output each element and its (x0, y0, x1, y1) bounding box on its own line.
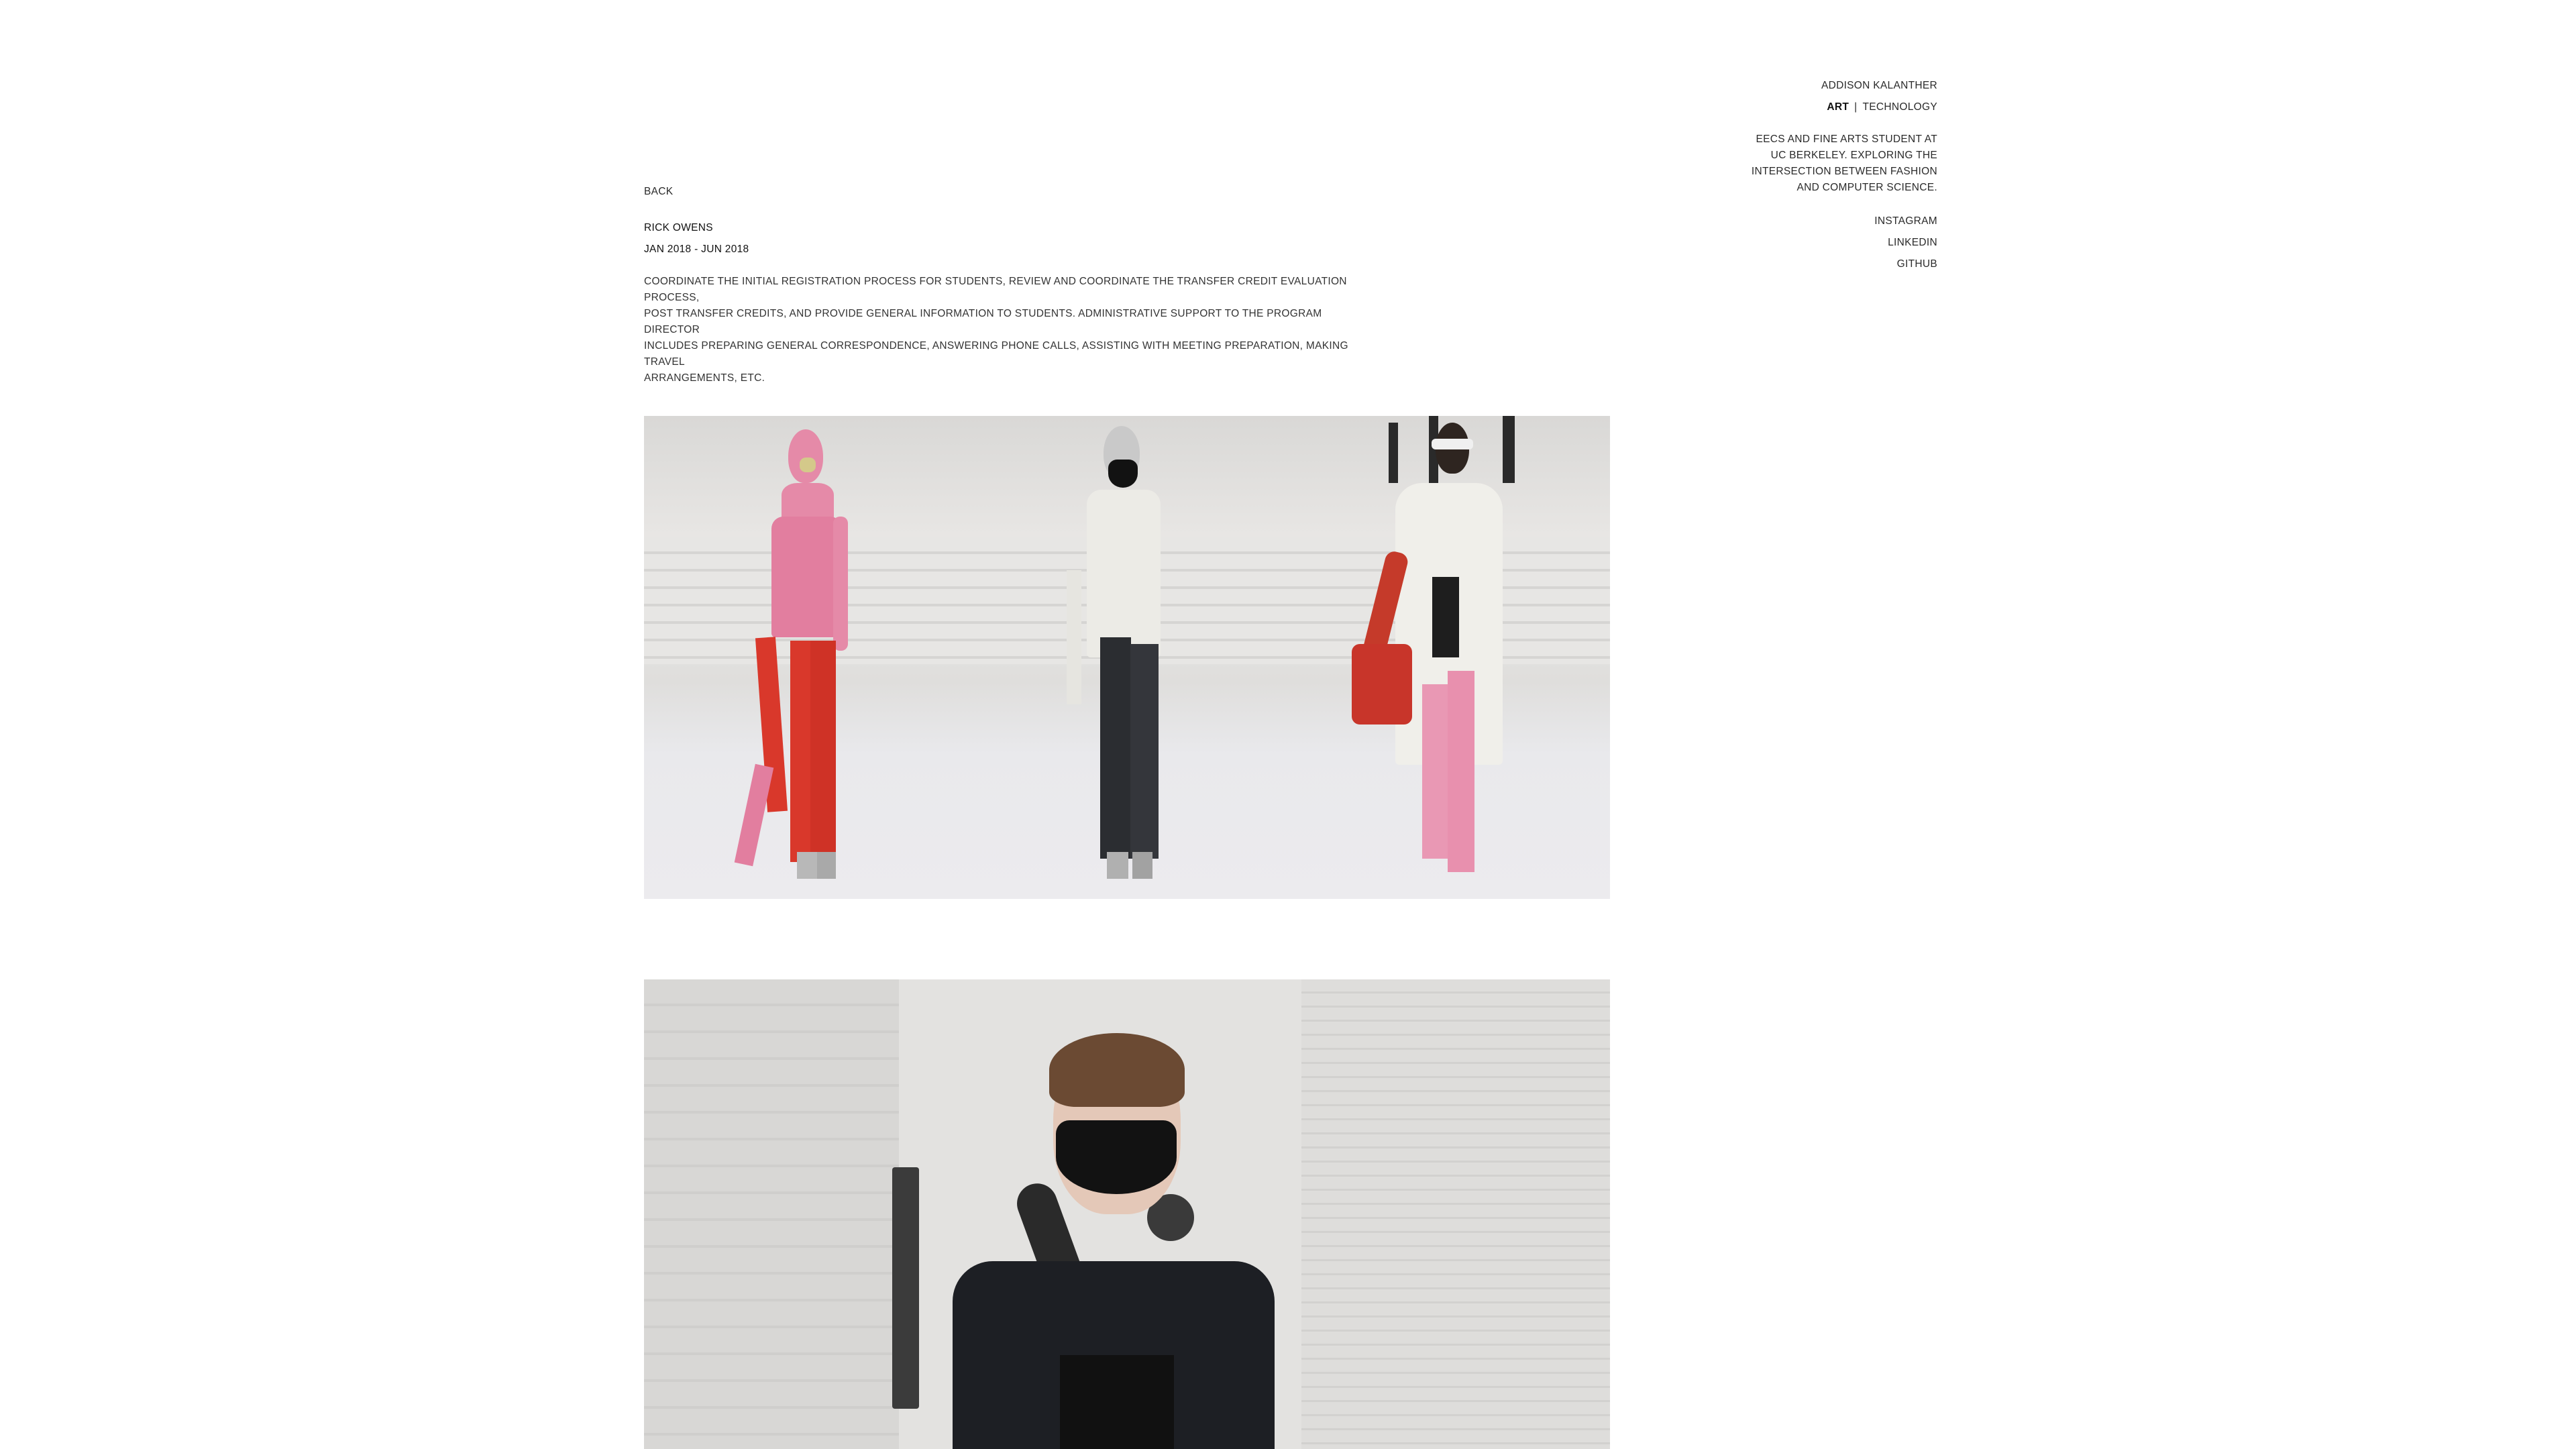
bio-line: INTERSECTION BETWEEN FASHION (1751, 166, 1937, 177)
runway-closeup-photo (644, 979, 1610, 1449)
instagram-link[interactable]: INSTAGRAM (1736, 211, 1937, 232)
description-line: COORDINATE THE INITIAL REGISTRATION PROC… (644, 276, 1347, 303)
site-name-link[interactable]: ADDISON KALANTHER (1736, 75, 1937, 97)
project-description: COORDINATE THE INITIAL REGISTRATION PROC… (644, 274, 1368, 386)
sidebar: ADDISON KALANTHER ART | TECHNOLOGY EECS AN… (1736, 75, 1937, 275)
photo-wall-left (644, 979, 899, 1449)
project-title: RICK OWENS (644, 222, 713, 233)
linkedin-link[interactable]: LINKEDIN (1736, 232, 1937, 254)
bio: EECS AND FINE ARTS STUDENT AT UC BERKELE… (1736, 131, 1937, 196)
social-links: INSTAGRAM LINKEDIN GITHUB (1736, 211, 1937, 275)
photo-wall-right (1301, 979, 1610, 1449)
nav-technology-link[interactable]: TECHNOLOGY (1862, 101, 1937, 113)
back-link[interactable]: BACK (644, 184, 1623, 200)
category-nav: ART | TECHNOLOGY (1736, 97, 1937, 118)
description-line: INCLUDES PREPARING GENERAL CORRESPONDENC… (644, 340, 1348, 368)
runway-triptych-photo (644, 416, 1610, 899)
bio-line: UC BERKELEY. EXPLORING THE (1770, 150, 1937, 161)
photo-panel-ivory-look (966, 416, 1288, 899)
project-date: JAN 2018 - JUN 2018 (644, 244, 749, 255)
description-line: ARRANGEMENTS, ETC. (644, 372, 765, 384)
photo-panel-coat-look (1288, 416, 1610, 899)
nav-separator: | (1854, 101, 1858, 113)
bio-line: AND COMPUTER SCIENCE. (1796, 182, 1937, 193)
project-content: BACK RICK OWENS JAN 2018 - JUN 2018 COOR… (644, 184, 1623, 386)
github-link[interactable]: GITHUB (1736, 254, 1937, 275)
description-line: POST TRANSFER CREDITS, AND PROVIDE GENER… (644, 308, 1322, 335)
bio-line: EECS AND FINE ARTS STUDENT AT (1756, 133, 1937, 145)
nav-art-link[interactable]: ART (1827, 101, 1849, 113)
photo-panel-pink-look (644, 416, 966, 899)
